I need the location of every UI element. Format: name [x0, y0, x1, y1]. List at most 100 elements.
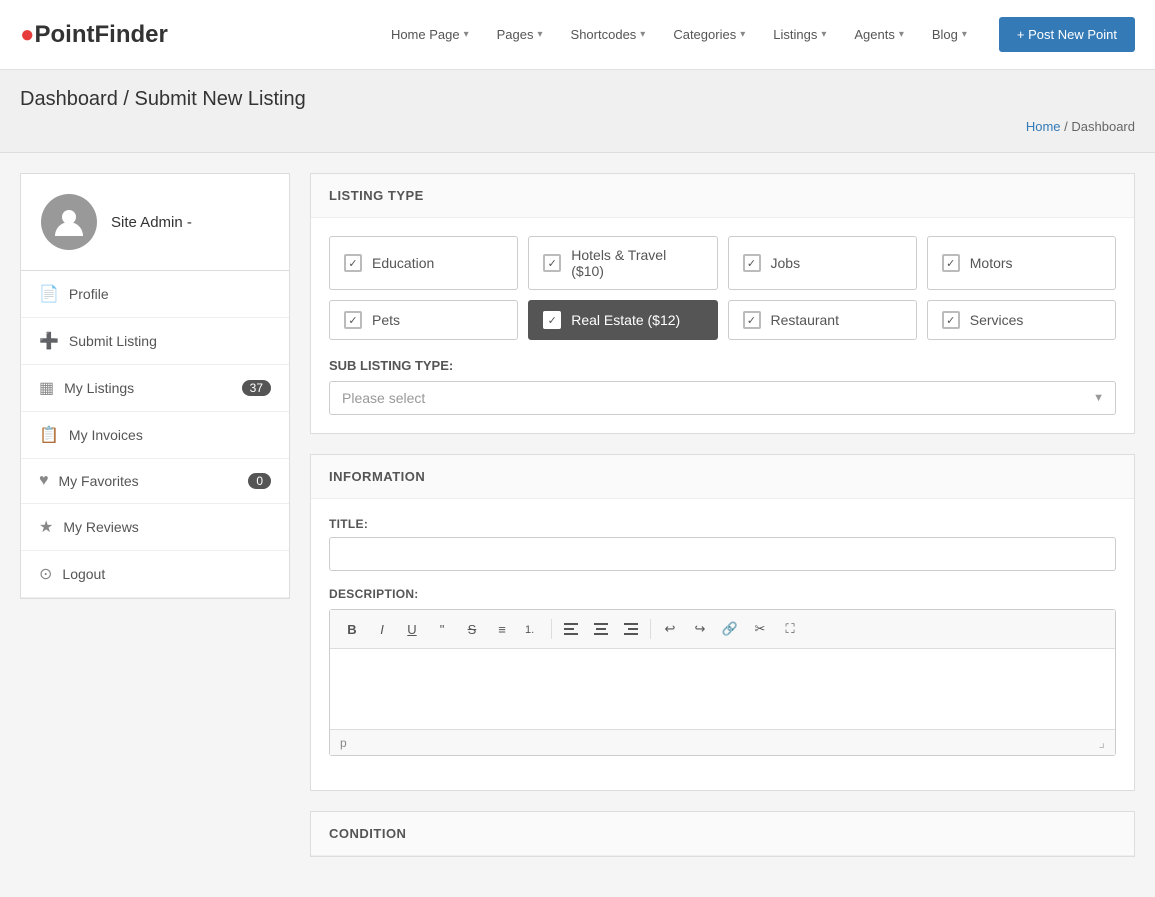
breadcrumb: Home / Dashboard: [20, 119, 1135, 134]
nav-blog[interactable]: Blog ▾: [920, 19, 979, 50]
logout-icon: ⊙: [39, 564, 52, 584]
avatar: [41, 194, 97, 250]
fullscreen-button[interactable]: ⛶: [776, 616, 804, 642]
sidebar: Site Admin - 📄 Profile ➕ Submit Listing …: [20, 173, 290, 877]
toolbar-divider: [551, 619, 552, 639]
listing-option-services[interactable]: ✓ Services: [927, 300, 1116, 340]
nav-agents[interactable]: Agents ▾: [842, 19, 916, 50]
nav-listings[interactable]: Listings ▾: [761, 19, 838, 50]
align-left-button[interactable]: [557, 616, 585, 642]
listing-option-real-estate[interactable]: ✓ Real Estate ($12): [528, 300, 717, 340]
chevron-down-icon: ▾: [740, 29, 745, 40]
main-nav: Home Page ▾ Pages ▾ Shortcodes ▾ Categor…: [379, 19, 979, 50]
my-reviews-icon: ★: [39, 517, 53, 537]
nav-categories[interactable]: Categories ▾: [661, 19, 757, 50]
check-icon: ✓: [942, 254, 960, 272]
listing-option-motors[interactable]: ✓ Motors: [927, 236, 1116, 290]
listing-type-body: ✓ Education ✓ Hotels & Travel ($10) ✓ Jo…: [311, 218, 1134, 433]
align-center-button[interactable]: [587, 616, 615, 642]
italic-button[interactable]: I: [368, 616, 396, 642]
sub-listing-type-select[interactable]: Please select: [329, 381, 1116, 415]
toolbar-divider-2: [650, 619, 651, 639]
svg-text:1.: 1.: [525, 624, 534, 636]
align-right-button[interactable]: [617, 616, 645, 642]
description-editor: B I U " S ≡ 1.: [329, 609, 1116, 756]
sidebar-item-submit-listing[interactable]: ➕ Submit Listing: [21, 318, 289, 365]
sidebar-item-label: My Reviews: [63, 519, 138, 535]
breadcrumb-dashboard: Dashboard: [1071, 119, 1135, 134]
sidebar-item-my-listings[interactable]: ▦ My Listings 37: [21, 365, 289, 412]
sidebar-item-profile[interactable]: 📄 Profile: [21, 271, 289, 318]
information-panel: INFORMATION TITLE: DESCRIPTION: B I U: [310, 454, 1135, 791]
check-icon: ✓: [743, 311, 761, 329]
sidebar-item-label: Submit Listing: [69, 333, 157, 349]
logo-dot: ●: [20, 21, 35, 49]
title-field: TITLE:: [329, 517, 1116, 571]
sidebar-item-my-favorites[interactable]: ♥ My Favorites 0: [21, 459, 289, 504]
strikethrough-button[interactable]: S: [458, 616, 486, 642]
chevron-down-icon: ▾: [962, 29, 967, 40]
unordered-list-button[interactable]: ≡: [488, 616, 516, 642]
listing-type-header: LISTING TYPE: [311, 174, 1134, 218]
nav-home-page[interactable]: Home Page ▾: [379, 19, 481, 50]
header: ●PointFinder Home Page ▾ Pages ▾ Shortco…: [0, 0, 1155, 70]
sidebar-item-my-invoices[interactable]: 📋 My Invoices: [21, 412, 289, 459]
listing-option-hotels-travel[interactable]: ✓ Hotels & Travel ($10): [528, 236, 717, 290]
check-icon: ✓: [344, 254, 362, 272]
breadcrumb-bar: Dashboard / Submit New Listing Home / Da…: [0, 70, 1155, 153]
page-title: Dashboard / Submit New Listing: [20, 88, 1135, 111]
check-icon: ✓: [543, 254, 561, 272]
ordered-list-button[interactable]: 1.: [518, 616, 546, 642]
remove-link-button[interactable]: ✂: [746, 616, 774, 642]
information-header: INFORMATION: [311, 455, 1134, 499]
editor-status-tag: p: [340, 736, 347, 750]
resize-handle-icon: ⌟: [1098, 734, 1105, 751]
my-listings-icon: ▦: [39, 378, 54, 398]
insert-link-button[interactable]: 🔗: [716, 616, 744, 642]
condition-header: CONDITION: [311, 812, 1134, 856]
chevron-down-icon: ▾: [538, 29, 543, 40]
blockquote-button[interactable]: ": [428, 616, 456, 642]
breadcrumb-home[interactable]: Home: [1026, 119, 1061, 134]
listing-type-panel: LISTING TYPE ✓ Education ✓ Hotels & Trav…: [310, 173, 1135, 434]
logo: ●PointFinder: [20, 21, 168, 49]
redo-button[interactable]: ↪: [686, 616, 714, 642]
chevron-down-icon: ▾: [821, 29, 826, 40]
sub-listing-type-label: SUB LISTING TYPE:: [329, 358, 1116, 373]
sidebar-nav: 📄 Profile ➕ Submit Listing ▦ My Listings…: [20, 271, 290, 599]
editor-statusbar: p ⌟: [330, 729, 1115, 755]
information-body: TITLE: DESCRIPTION: B I U " S ≡: [311, 499, 1134, 790]
condition-panel: CONDITION: [310, 811, 1135, 857]
post-new-point-button[interactable]: + Post New Point: [999, 17, 1135, 52]
nav-shortcodes[interactable]: Shortcodes ▾: [559, 19, 658, 50]
listing-option-restaurant[interactable]: ✓ Restaurant: [728, 300, 917, 340]
sidebar-item-label: Profile: [69, 286, 109, 302]
nav-pages[interactable]: Pages ▾: [485, 19, 555, 50]
editor-content[interactable]: [330, 649, 1115, 729]
editor-toolbar: B I U " S ≡ 1.: [330, 610, 1115, 649]
sidebar-item-label: Logout: [62, 566, 105, 582]
form-area: LISTING TYPE ✓ Education ✓ Hotels & Trav…: [310, 173, 1135, 877]
description-label: DESCRIPTION:: [329, 587, 1116, 601]
check-icon: ✓: [942, 311, 960, 329]
chevron-down-icon: ▾: [899, 29, 904, 40]
sidebar-item-logout[interactable]: ⊙ Logout: [21, 551, 289, 598]
listing-option-education[interactable]: ✓ Education: [329, 236, 518, 290]
my-invoices-icon: 📋: [39, 425, 59, 445]
listing-type-grid: ✓ Education ✓ Hotels & Travel ($10) ✓ Jo…: [329, 236, 1116, 340]
undo-button[interactable]: ↩: [656, 616, 684, 642]
favorites-badge: 0: [248, 473, 271, 489]
sidebar-profile: Site Admin -: [20, 173, 290, 271]
main-content: Site Admin - 📄 Profile ➕ Submit Listing …: [0, 153, 1155, 897]
sidebar-item-label: My Listings: [64, 380, 134, 396]
sidebar-item-my-reviews[interactable]: ★ My Reviews: [21, 504, 289, 551]
chevron-down-icon: ▾: [640, 29, 645, 40]
listings-badge: 37: [242, 380, 271, 396]
check-icon: ✓: [344, 311, 362, 329]
title-input[interactable]: [329, 537, 1116, 571]
underline-button[interactable]: U: [398, 616, 426, 642]
bold-button[interactable]: B: [338, 616, 366, 642]
listing-option-pets[interactable]: ✓ Pets: [329, 300, 518, 340]
title-label: TITLE:: [329, 517, 1116, 531]
listing-option-jobs[interactable]: ✓ Jobs: [728, 236, 917, 290]
